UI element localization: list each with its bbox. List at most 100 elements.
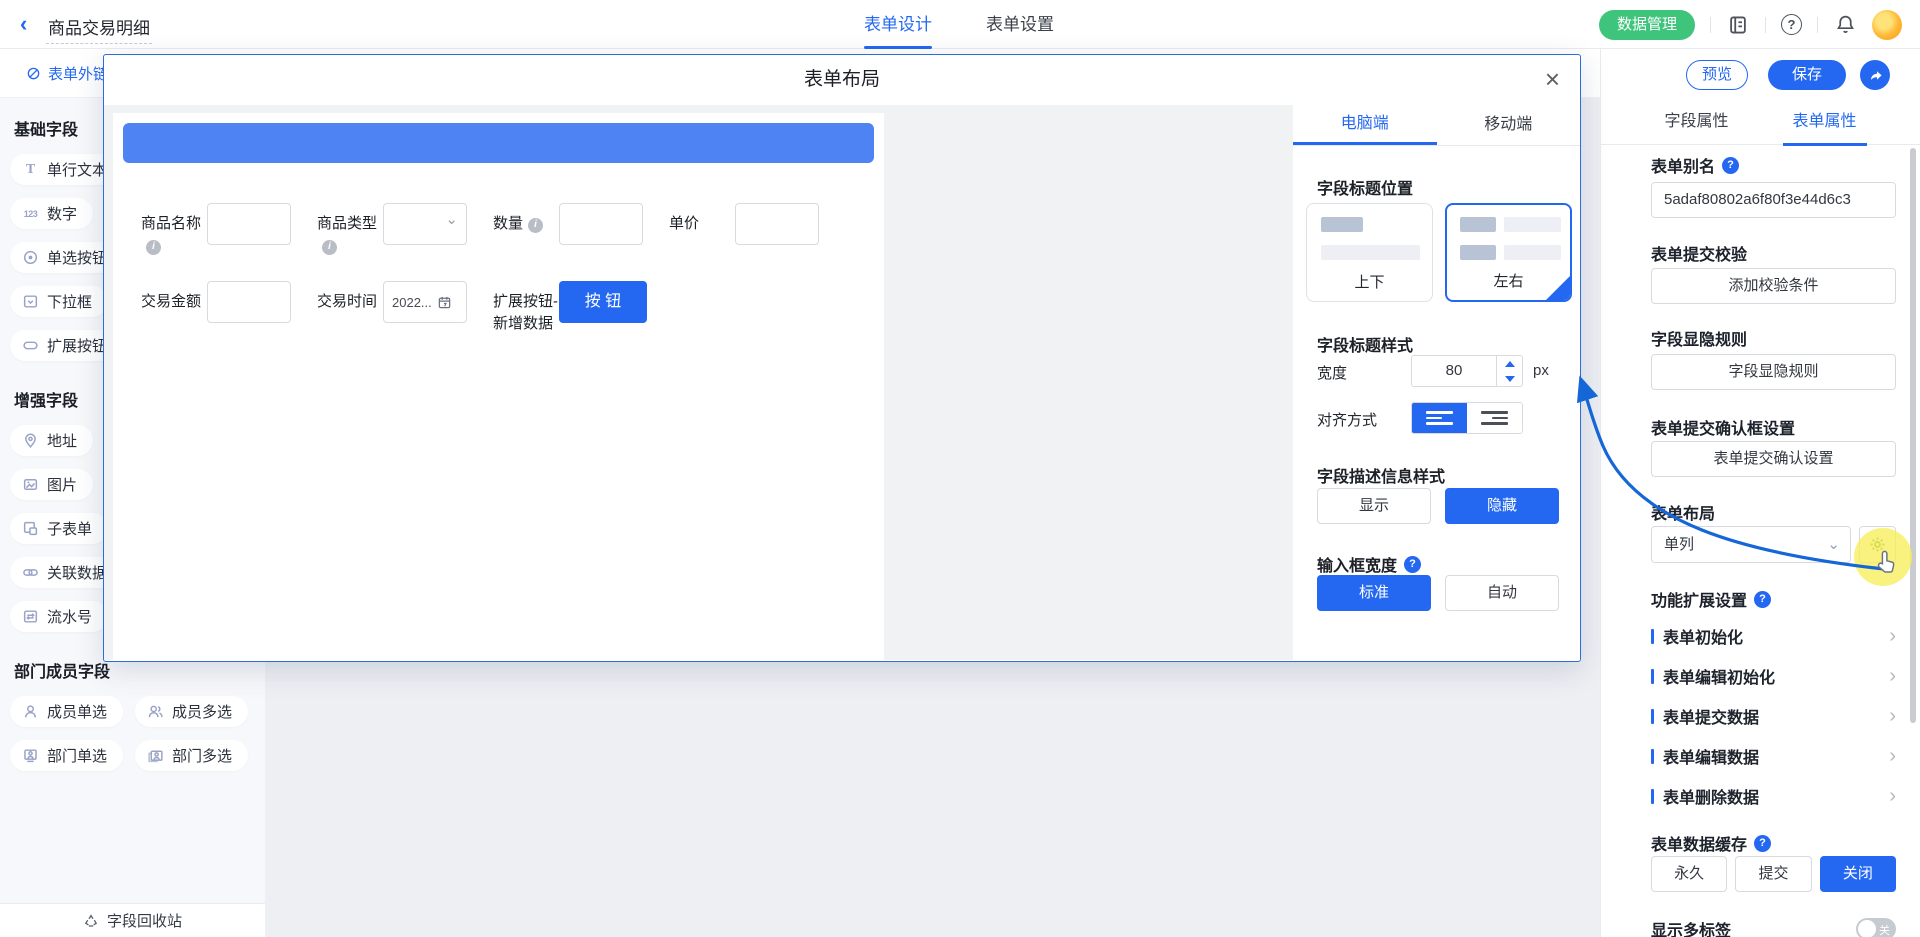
add-validation-button[interactable]: 添加校验条件 (1651, 268, 1896, 304)
desc-hide-button[interactable]: 隐藏 (1445, 488, 1559, 524)
help-icon[interactable]: ? (1781, 14, 1802, 35)
bell-icon[interactable] (1833, 13, 1857, 37)
width-value[interactable]: 80 (1412, 356, 1496, 386)
desc-show-button[interactable]: 显示 (1317, 488, 1431, 524)
field-recycle-bin[interactable]: 字段回收站 (0, 903, 265, 937)
back-icon[interactable]: ‹ (20, 12, 27, 36)
main-tabs: 表单设计 表单设置 (860, 0, 1058, 49)
field-item-dept-multi[interactable]: 部门多选 (135, 740, 248, 771)
info-icon[interactable]: i (322, 240, 337, 255)
topbar-actions: 数据管理 ? (1599, 0, 1902, 49)
preview-field-unit-price: 单价 (669, 203, 819, 257)
save-button[interactable]: 保存 (1768, 60, 1846, 90)
ext-form-submit-data[interactable]: 表单提交数据 › (1651, 705, 1896, 727)
width-label: 宽度 (1317, 362, 1347, 383)
field-item-subform[interactable]: 子表单 (10, 513, 108, 544)
form-layout-label: 表单布局 (1651, 500, 1896, 524)
input-width-auto-button[interactable]: 自动 (1445, 575, 1559, 611)
close-icon[interactable]: × (1545, 65, 1560, 93)
tab-form-design[interactable]: 表单设计 (860, 0, 936, 49)
field-item-address[interactable]: 地址 (10, 425, 93, 456)
field-item-dropdown[interactable]: 下拉框 (10, 286, 108, 317)
info-icon[interactable]: i (528, 218, 543, 233)
ext-form-edit-data[interactable]: 表单编辑数据 › (1651, 745, 1896, 767)
align-left-button[interactable] (1412, 403, 1467, 433)
help-icon[interactable]: ? (1722, 157, 1739, 174)
label-position-options: 上下 左右 (1306, 203, 1572, 302)
modal-header: 表单布局 × (104, 55, 1580, 105)
layout-settings-gear-button[interactable] (1859, 526, 1896, 563)
preview-field-trade-time: 交易时间 2022... (317, 281, 467, 335)
scrollbar-thumb[interactable] (1910, 148, 1916, 723)
cache-permanent-button[interactable]: 永久 (1651, 856, 1727, 892)
info-icon[interactable]: i (146, 240, 161, 255)
tab-mobile[interactable]: 移动端 (1437, 105, 1581, 145)
desc-style-options: 显示 隐藏 (1317, 488, 1559, 524)
chevron-down-icon: ⌄ (1827, 527, 1840, 562)
preview-field-quantity: 数量i (493, 203, 643, 257)
tab-form-props[interactable]: 表单属性 (1787, 105, 1863, 145)
properties-sidebar: 预览 保存 字段属性 表单属性 表单别名 ? 5adaf80802a6f80f3… (1600, 49, 1920, 937)
visibility-rules-label: 字段显隐规则 (1651, 326, 1896, 350)
multi-tab-toggle[interactable]: 关 (1856, 918, 1896, 937)
field-item-member-single[interactable]: 成员单选 (10, 696, 123, 727)
help-icon[interactable]: ? (1404, 556, 1421, 573)
field-item-serial-number[interactable]: 流水号 (10, 601, 108, 632)
page-title[interactable]: 商品交易明细 (46, 14, 152, 44)
input-width-options: 标准 自动 (1317, 575, 1559, 611)
ext-form-edit-init[interactable]: 表单编辑初始化 › (1651, 665, 1896, 687)
tab-form-settings[interactable]: 表单设置 (982, 0, 1058, 49)
members-icon (147, 703, 164, 720)
help-icon[interactable]: ? (1754, 835, 1771, 852)
field-item-member-multi[interactable]: 成员多选 (135, 696, 248, 727)
calendar-icon (437, 295, 452, 310)
input-width-standard-button[interactable]: 标准 (1317, 575, 1431, 611)
form-alias-label-row: 表单别名 ? (1651, 153, 1896, 177)
docs-book-icon[interactable] (1726, 13, 1750, 37)
field-item-number[interactable]: 123 数字 (10, 198, 93, 229)
member-icon (22, 703, 39, 720)
preview-field-product-name: 商品名称i (141, 203, 291, 257)
label-position-title: 字段标题位置 (1317, 175, 1413, 199)
top-bar: ‹ 商品交易明细 表单设计 表单设置 数据管理 ? (0, 0, 1920, 49)
chevron-right-icon: › (1889, 628, 1896, 644)
gear-icon (1868, 535, 1887, 554)
form-layout-select[interactable]: 单列 ⌄ (1651, 526, 1851, 563)
cache-submit-button[interactable]: 提交 (1735, 856, 1811, 892)
external-link-button[interactable]: 表单外链 (26, 63, 108, 84)
text-input[interactable] (207, 203, 291, 245)
ext-form-delete-data[interactable]: 表单删除数据 › (1651, 785, 1896, 807)
select-input[interactable] (383, 203, 467, 245)
form-preview-panel: 商品名称i 商品类型i 数量i 单价 交易金额 (113, 113, 884, 660)
number-input[interactable] (735, 203, 819, 245)
help-icon[interactable]: ? (1754, 591, 1771, 608)
submit-confirm-button[interactable]: 表单提交确认设置 (1651, 441, 1896, 477)
align-right-button[interactable] (1467, 403, 1522, 433)
step-up-button[interactable] (1497, 356, 1522, 371)
submit-confirm-label: 表单提交确认框设置 (1651, 415, 1896, 439)
data-manage-button[interactable]: 数据管理 (1599, 10, 1695, 40)
ext-form-init[interactable]: 表单初始化 › (1651, 625, 1896, 647)
tab-desktop[interactable]: 电脑端 (1293, 105, 1437, 145)
option-label-top-bottom[interactable]: 上下 (1306, 203, 1433, 302)
chevron-right-icon: › (1889, 668, 1896, 684)
share-arrow-icon (1867, 67, 1883, 83)
field-item-dept-single[interactable]: 部门单选 (10, 740, 123, 771)
preview-button[interactable]: 预览 (1686, 60, 1748, 90)
visibility-rules-button[interactable]: 字段显隐规则 (1651, 354, 1896, 390)
step-down-button[interactable] (1497, 371, 1522, 386)
number-input[interactable] (207, 281, 291, 323)
number-input[interactable] (559, 203, 643, 245)
avatar[interactable] (1872, 10, 1902, 40)
share-button[interactable] (1860, 60, 1890, 90)
depts-icon (147, 747, 164, 764)
date-input[interactable]: 2022... (383, 281, 467, 323)
preview-action-button[interactable]: 按 钮 (559, 281, 647, 323)
field-item-image[interactable]: 图片 (10, 469, 93, 500)
chevron-right-icon: › (1889, 748, 1896, 764)
cache-close-button[interactable]: 关闭 (1820, 856, 1896, 892)
preview-field-extend-button: 扩展按钮-新增数据 按 钮 (493, 281, 647, 335)
form-alias-input[interactable]: 5adaf80802a6f80f3e44d6c3 (1651, 182, 1896, 218)
tab-field-props[interactable]: 字段属性 (1658, 105, 1734, 145)
option-label-left-right[interactable]: 左右 (1445, 203, 1572, 302)
